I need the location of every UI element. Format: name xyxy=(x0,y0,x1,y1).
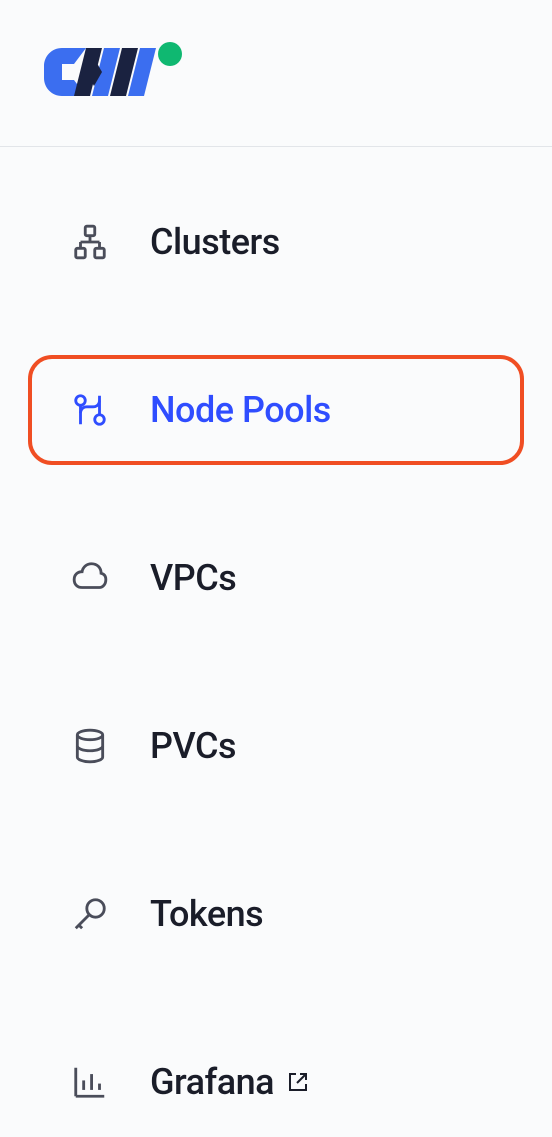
nav-item-grafana[interactable]: Grafana xyxy=(28,1027,524,1137)
database-icon xyxy=(70,726,110,766)
nav-item-label: Node Pools xyxy=(150,389,331,431)
sidebar-nav: Clusters Node Pools VPCs xyxy=(0,147,552,1137)
clusters-icon xyxy=(70,222,110,262)
nav-item-pvcs[interactable]: PVCs xyxy=(28,691,524,801)
logo-icon xyxy=(42,40,182,102)
nav-item-clusters[interactable]: Clusters xyxy=(28,187,524,297)
cloud-icon xyxy=(70,558,110,598)
nav-item-label: Grafana xyxy=(150,1061,274,1103)
logo xyxy=(42,40,182,106)
nav-item-label: Tokens xyxy=(150,893,263,935)
node-pools-icon xyxy=(70,390,110,430)
nav-item-label: PVCs xyxy=(150,725,236,767)
key-icon xyxy=(70,894,110,934)
external-link-icon xyxy=(286,1070,310,1094)
nav-item-node-pools[interactable]: Node Pools xyxy=(28,355,524,465)
chart-icon xyxy=(70,1062,110,1102)
nav-item-label: VPCs xyxy=(150,557,236,599)
nav-item-label: Clusters xyxy=(150,221,280,263)
nav-item-vpcs[interactable]: VPCs xyxy=(28,523,524,633)
header xyxy=(0,0,552,147)
nav-item-tokens[interactable]: Tokens xyxy=(28,859,524,969)
